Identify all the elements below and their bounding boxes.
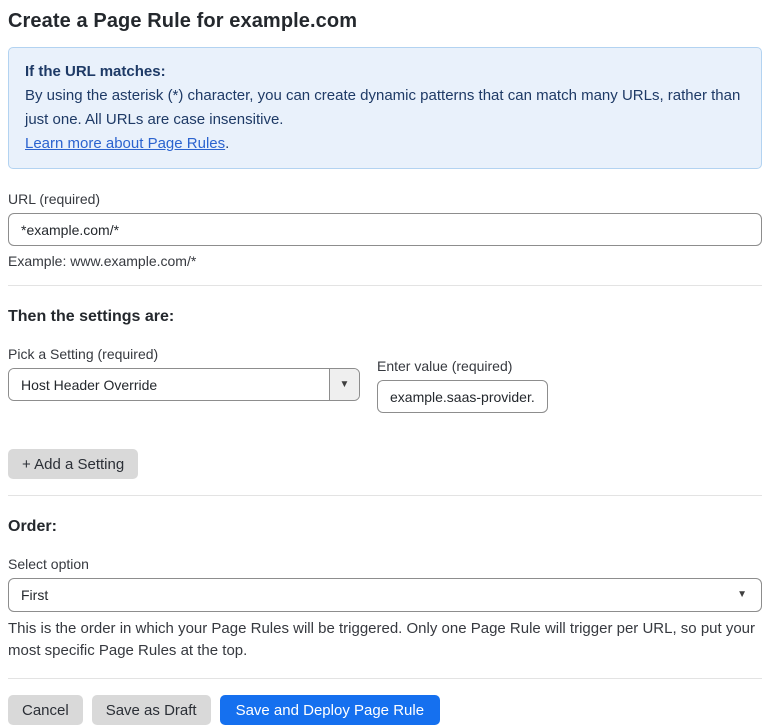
learn-more-link[interactable]: Learn more about Page Rules xyxy=(25,135,225,152)
add-setting-button[interactable]: + Add a Setting xyxy=(8,449,139,479)
chevron-down-icon: ▼ xyxy=(339,378,350,390)
url-match-info-box: If the URL matches: By using the asteris… xyxy=(8,47,762,169)
setting-select-value: Host Header Override xyxy=(9,369,329,400)
enter-value-group: Enter value (required) xyxy=(377,358,548,413)
order-select-value: First xyxy=(21,587,49,603)
url-label: URL (required) xyxy=(8,191,101,207)
order-select[interactable]: First ▼ xyxy=(8,578,762,612)
pick-setting-label: Pick a Setting (required) xyxy=(8,346,159,362)
save-as-draft-button[interactable]: Save as Draft xyxy=(91,695,211,725)
divider xyxy=(8,678,762,679)
settings-section-heading: Then the settings are: xyxy=(8,308,175,325)
url-field-group: URL (required) Example: www.example.com/… xyxy=(8,191,762,269)
cancel-button[interactable]: Cancel xyxy=(8,695,83,725)
setting-row: Pick a Setting (required) Host Header Ov… xyxy=(8,346,762,413)
info-box-heading: If the URL matches: xyxy=(25,63,166,80)
order-select-label: Select option xyxy=(8,556,89,572)
info-box-link-line: Learn more about Page Rules. xyxy=(25,132,745,156)
create-page-rule-form: Create a Page Rule for example.com If th… xyxy=(0,0,772,725)
order-section-heading: Order: xyxy=(8,518,57,535)
divider xyxy=(8,495,762,496)
chevron-down-icon: ▼ xyxy=(737,589,747,600)
info-box-body: By using the asterisk (*) character, you… xyxy=(25,87,741,128)
url-input[interactable] xyxy=(8,213,762,246)
divider xyxy=(8,285,762,286)
save-and-deploy-button[interactable]: Save and Deploy Page Rule xyxy=(219,695,441,725)
page-title: Create a Page Rule for example.com xyxy=(8,10,358,32)
enter-value-label: Enter value (required) xyxy=(377,358,513,374)
setting-value-input[interactable] xyxy=(377,380,548,413)
footer-actions: Cancel Save as Draft Save and Deploy Pag… xyxy=(8,695,762,725)
setting-select-arrow-button[interactable]: ▼ xyxy=(329,369,359,400)
url-example-hint: Example: www.example.com/* xyxy=(8,253,197,269)
pick-setting-group: Pick a Setting (required) Host Header Ov… xyxy=(8,346,360,401)
setting-select[interactable]: Host Header Override ▼ xyxy=(8,368,360,401)
add-setting-wrap: + Add a Setting xyxy=(8,449,762,479)
order-help-text: This is the order in which your Page Rul… xyxy=(8,620,756,659)
link-suffix: . xyxy=(225,135,230,152)
